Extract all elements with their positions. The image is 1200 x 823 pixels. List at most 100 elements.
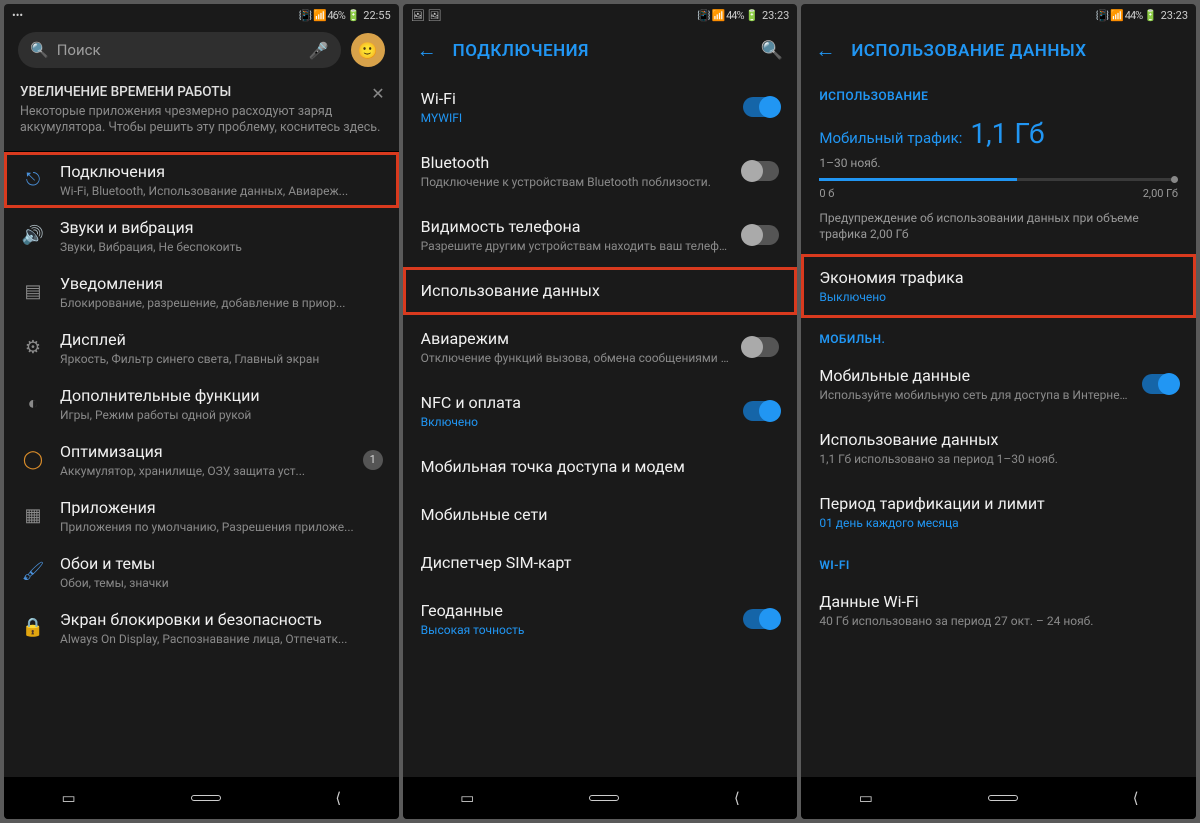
nfc-toggle[interactable] [743,401,779,421]
usage-summary[interactable]: Мобильный трафик: 1,1 Гб 1–30 нояб. 0 б … [801,109,1196,254]
item-maintenance[interactable]: ◯ Оптимизация Аккумулятор, хранилище, ОЗ… [4,432,399,488]
nav-home-icon[interactable] [191,795,221,801]
item-label: Экран блокировки и безопасность [60,610,383,630]
connections-list: Wi-Fi MYWIFI Bluetooth Подключение к уст… [403,75,798,777]
close-icon[interactable]: ✕ [371,84,384,103]
item-location[interactable]: Геоданные Высокая точность [403,587,798,651]
item-mobile-data[interactable]: Мобильные данные Используйте мобильную с… [801,352,1196,416]
item-label: Геоданные [421,601,730,621]
nav-back-icon[interactable]: ⟨ [335,789,341,807]
battery-banner[interactable]: УВЕЛИЧЕНИЕ ВРЕМЕНИ РАБОТЫ Некоторые прил… [4,74,399,152]
bluetooth-toggle[interactable] [743,161,779,181]
banner-title: УВЕЛИЧЕНИЕ ВРЕМЕНИ РАБОТЫ [20,84,383,100]
item-sim-manager[interactable]: Диспетчер SIM-карт [403,539,798,587]
data-usage-list: ИСПОЛЬЗОВАНИЕ Мобильный трафик: 1,1 Гб 1… [801,75,1196,777]
item-label: Авиарежим [421,329,730,349]
item-visibility[interactable]: Видимость телефона Разрешите другим устр… [403,203,798,267]
status-time: 22:55 [363,9,390,22]
item-sounds[interactable]: 🔊 Звуки и вибрация Звуки, Вибрация, Не б… [4,208,399,264]
section-wifi: WI-FI [801,544,1196,578]
nav-recent-icon[interactable]: ▭ [460,789,474,807]
item-label: Приложения [60,498,383,518]
section-mobile: МОБИЛЬН. [801,318,1196,352]
item-sub: Wi-Fi, Bluetooth, Использование данных, … [60,184,383,198]
item-bluetooth[interactable]: Bluetooth Подключение к устройствам Blue… [403,139,798,203]
header-title: ИСПОЛЬЗОВАНИЕ ДАННЫХ [851,41,1086,61]
search-placeholder: Поиск [57,41,101,59]
avatar[interactable]: 🙂 [351,33,385,67]
back-icon[interactable]: ← [815,38,835,63]
item-sub: Блокирование, разрешение, добавление в п… [60,296,383,310]
lock-icon: 🔒 [20,615,46,641]
back-icon[interactable]: ← [417,38,437,63]
item-sub: Звуки, Вибрация, Не беспокоить [60,240,383,254]
item-wifi[interactable]: Wi-Fi MYWIFI [403,75,798,139]
location-toggle[interactable] [743,609,779,629]
search-icon[interactable]: 🔍 [761,40,783,61]
nav-recent-icon[interactable]: ▭ [859,789,873,807]
mobile-data-toggle[interactable] [1142,374,1178,394]
item-label: Мобильная точка доступа и модем [421,457,780,477]
item-sub: Аккумулятор, хранилище, ОЗУ, защита уст.… [60,464,349,478]
phone-settings-root: ••• 📳 📶 46% 🔋 22:55 🔍 Поиск 🎤 🙂 УВЕЛИЧЕН… [4,4,399,819]
navbar: ▭ ⟨ [801,777,1196,819]
item-sub: Подключение к устройствам Bluetooth побл… [421,175,730,189]
search-input[interactable]: 🔍 Поиск 🎤 [18,32,341,68]
item-lockscreen[interactable]: 🔒 Экран блокировки и безопасность Always… [4,600,399,656]
item-label: Дисплей [60,330,383,350]
usage-label: Мобильный трафик: [819,129,962,147]
item-label: Звуки и вибрация [60,218,383,238]
item-sub: Выключено [819,290,1178,304]
item-apps[interactable]: ▦ Приложения Приложения по умолчанию, Ра… [4,488,399,544]
item-label: Bluetooth [421,153,730,173]
airplane-toggle[interactable] [743,337,779,357]
item-nfc[interactable]: NFC и оплата Включено [403,379,798,443]
item-label: Экономия трафика [819,268,1178,288]
item-sub: Приложения по умолчанию, Разрешения прил… [60,520,383,534]
wifi-toggle[interactable] [743,97,779,117]
nav-back-icon[interactable]: ⟨ [1133,789,1139,807]
nav-home-icon[interactable] [988,795,1018,801]
item-label: Мобильные данные [819,366,1128,386]
apps-icon: ▦ [20,503,46,529]
item-advanced[interactable]: ◐ Дополнительные функции Игры, Режим раб… [4,376,399,432]
item-hotspot[interactable]: Мобильная точка доступа и модем [403,443,798,491]
status-time: 23:23 [762,9,789,22]
item-label: Мобильные сети [421,505,780,525]
item-themes[interactable]: 🖌 Обои и темы Обои, темы, значки [4,544,399,600]
item-mobile-networks[interactable]: Мобильные сети [403,491,798,539]
header-title: ПОДКЛЮЧЕНИЯ [453,41,589,61]
item-wifi-data[interactable]: Данные Wi-Fi 40 Гб использовано за перио… [801,578,1196,642]
phone-connections: 🖼 🖼 📳 📶 44% 🔋 23:23 ← ПОДКЛЮЧЕНИЯ 🔍 Wi-F… [403,4,798,819]
section-usage: ИСПОЛЬЗОВАНИЕ [801,75,1196,109]
banner-desc: Некоторые приложения чрезмерно расходуют… [20,104,383,137]
item-mobile-usage[interactable]: Использование данных 1,1 Гб использовано… [801,416,1196,480]
status-bar: 📳 📶 44% 🔋 23:23 [801,4,1196,26]
item-label: Период тарификации и лимит [819,494,1178,514]
item-data-usage[interactable]: Использование данных [403,267,798,315]
item-sub: Высокая точность [421,623,730,637]
usage-dates: 1–30 нояб. [819,156,1178,170]
badge: 1 [363,450,383,470]
item-airplane[interactable]: Авиарежим Отключение функций вызова, обм… [403,315,798,379]
nav-recent-icon[interactable]: ▭ [61,789,75,807]
item-label: Подключения [60,162,383,182]
item-display[interactable]: ⚙ Дисплей Яркость, Фильтр синего света, … [4,320,399,376]
notifications-icon: ▤ [20,279,46,305]
item-data-saver[interactable]: Экономия трафика Выключено [801,254,1196,318]
navbar: ▭ ⟨ [4,777,399,819]
visibility-toggle[interactable] [743,225,779,245]
status-bar: ••• 📳 📶 46% 🔋 22:55 [4,4,399,26]
navbar: ▭ ⟨ [403,777,798,819]
item-label: Использование данных [819,430,1178,450]
nav-back-icon[interactable]: ⟨ [734,789,740,807]
screen-header: ← ПОДКЛЮЧЕНИЯ 🔍 [403,26,798,75]
item-billing-cycle[interactable]: Период тарификации и лимит 01 день каждо… [801,480,1196,544]
status-icons: 📳 📶 44% 🔋 [1096,9,1157,22]
item-connections[interactable]: ⎋ Подключения Wi-Fi, Bluetooth, Использо… [4,152,399,208]
mic-icon[interactable]: 🎤 [309,41,329,60]
nav-home-icon[interactable] [589,795,619,801]
item-sub: Игры, Режим работы одной рукой [60,408,383,422]
item-notifications[interactable]: ▤ Уведомления Блокирование, разрешение, … [4,264,399,320]
item-label: Wi-Fi [421,89,730,109]
